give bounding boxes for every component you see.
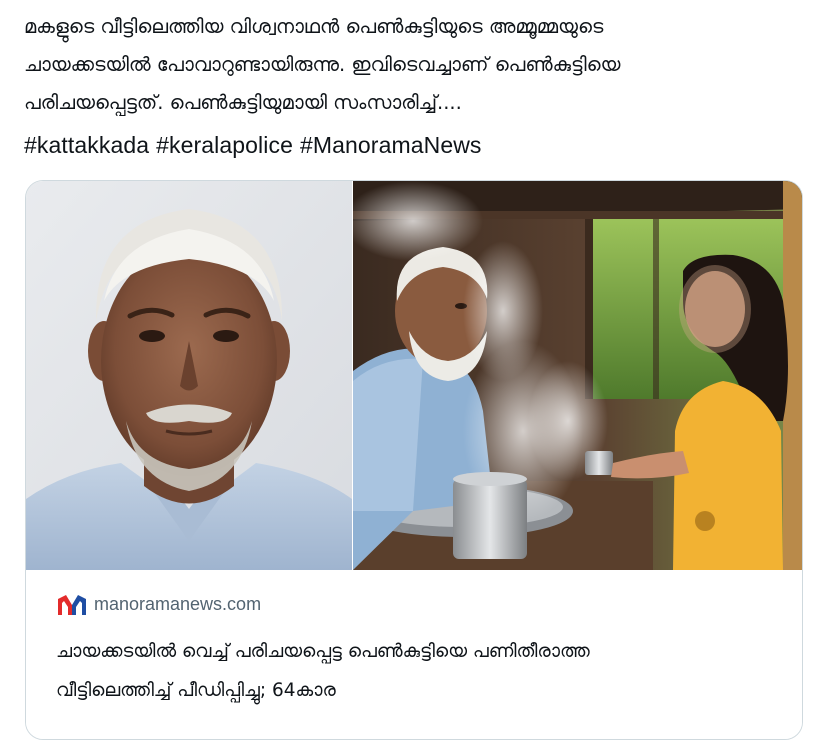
tweet-text-line: മകളുടെ വീട്ടിലെത്തിയ വിശ്വനാഥന്‍ പെണ്‍കു… <box>24 15 604 38</box>
card-title-line: ചായക്കടയില്‍ വെച്ച് പരിചയപ്പെട്ട പെണ്‍കു… <box>56 641 590 662</box>
card-title[interactable]: ചായക്കടയില്‍ വെച്ച് പരിചയപ്പെട്ട പെണ്‍കു… <box>56 632 786 710</box>
tea-shop-photo-image <box>353 181 802 570</box>
hashtag-link[interactable]: #kattakkada <box>24 132 149 158</box>
hashtag-link[interactable]: #ManoramaNews <box>300 132 482 158</box>
card-source[interactable]: manoramanews.com <box>58 594 261 615</box>
portrait-photo-image <box>26 181 352 570</box>
hashtag-link[interactable]: #keralapolice <box>156 132 293 158</box>
tea-shop-photo <box>353 181 802 570</box>
card-title-line: വീട്ടിലെത്തിച്ച് പീഡിപ്പിച്ചു; 64കാര <box>56 680 336 701</box>
tweet-text-line: ചായക്കടയില്‍ പോവാറുണ്ടായിരുന്നു. ഇവിടെവച… <box>24 53 621 76</box>
manorama-news-logo-icon <box>58 594 86 615</box>
hashtag-row: #kattakkada #keralapolice #ManoramaNews <box>24 128 489 162</box>
portrait-photo <box>26 181 352 570</box>
tweet-text: മകളുടെ വീട്ടിലെത്തിയ വിശ്വനാഥന്‍ പെണ്‍കു… <box>24 8 804 122</box>
link-preview-card[interactable]: manoramanews.com ചായക്കടയില്‍ വെച്ച് പരി… <box>25 180 803 740</box>
card-meta[interactable]: manoramanews.com ചായക്കടയില്‍ വെച്ച് പരി… <box>26 570 802 739</box>
card-image[interactable] <box>26 181 802 570</box>
tweet-text-line: പരിചയപ്പെട്ടത്. പെണ്‍കുട്ടിയുമായി സംസാരി… <box>24 91 462 114</box>
card-source-domain: manoramanews.com <box>94 594 262 614</box>
